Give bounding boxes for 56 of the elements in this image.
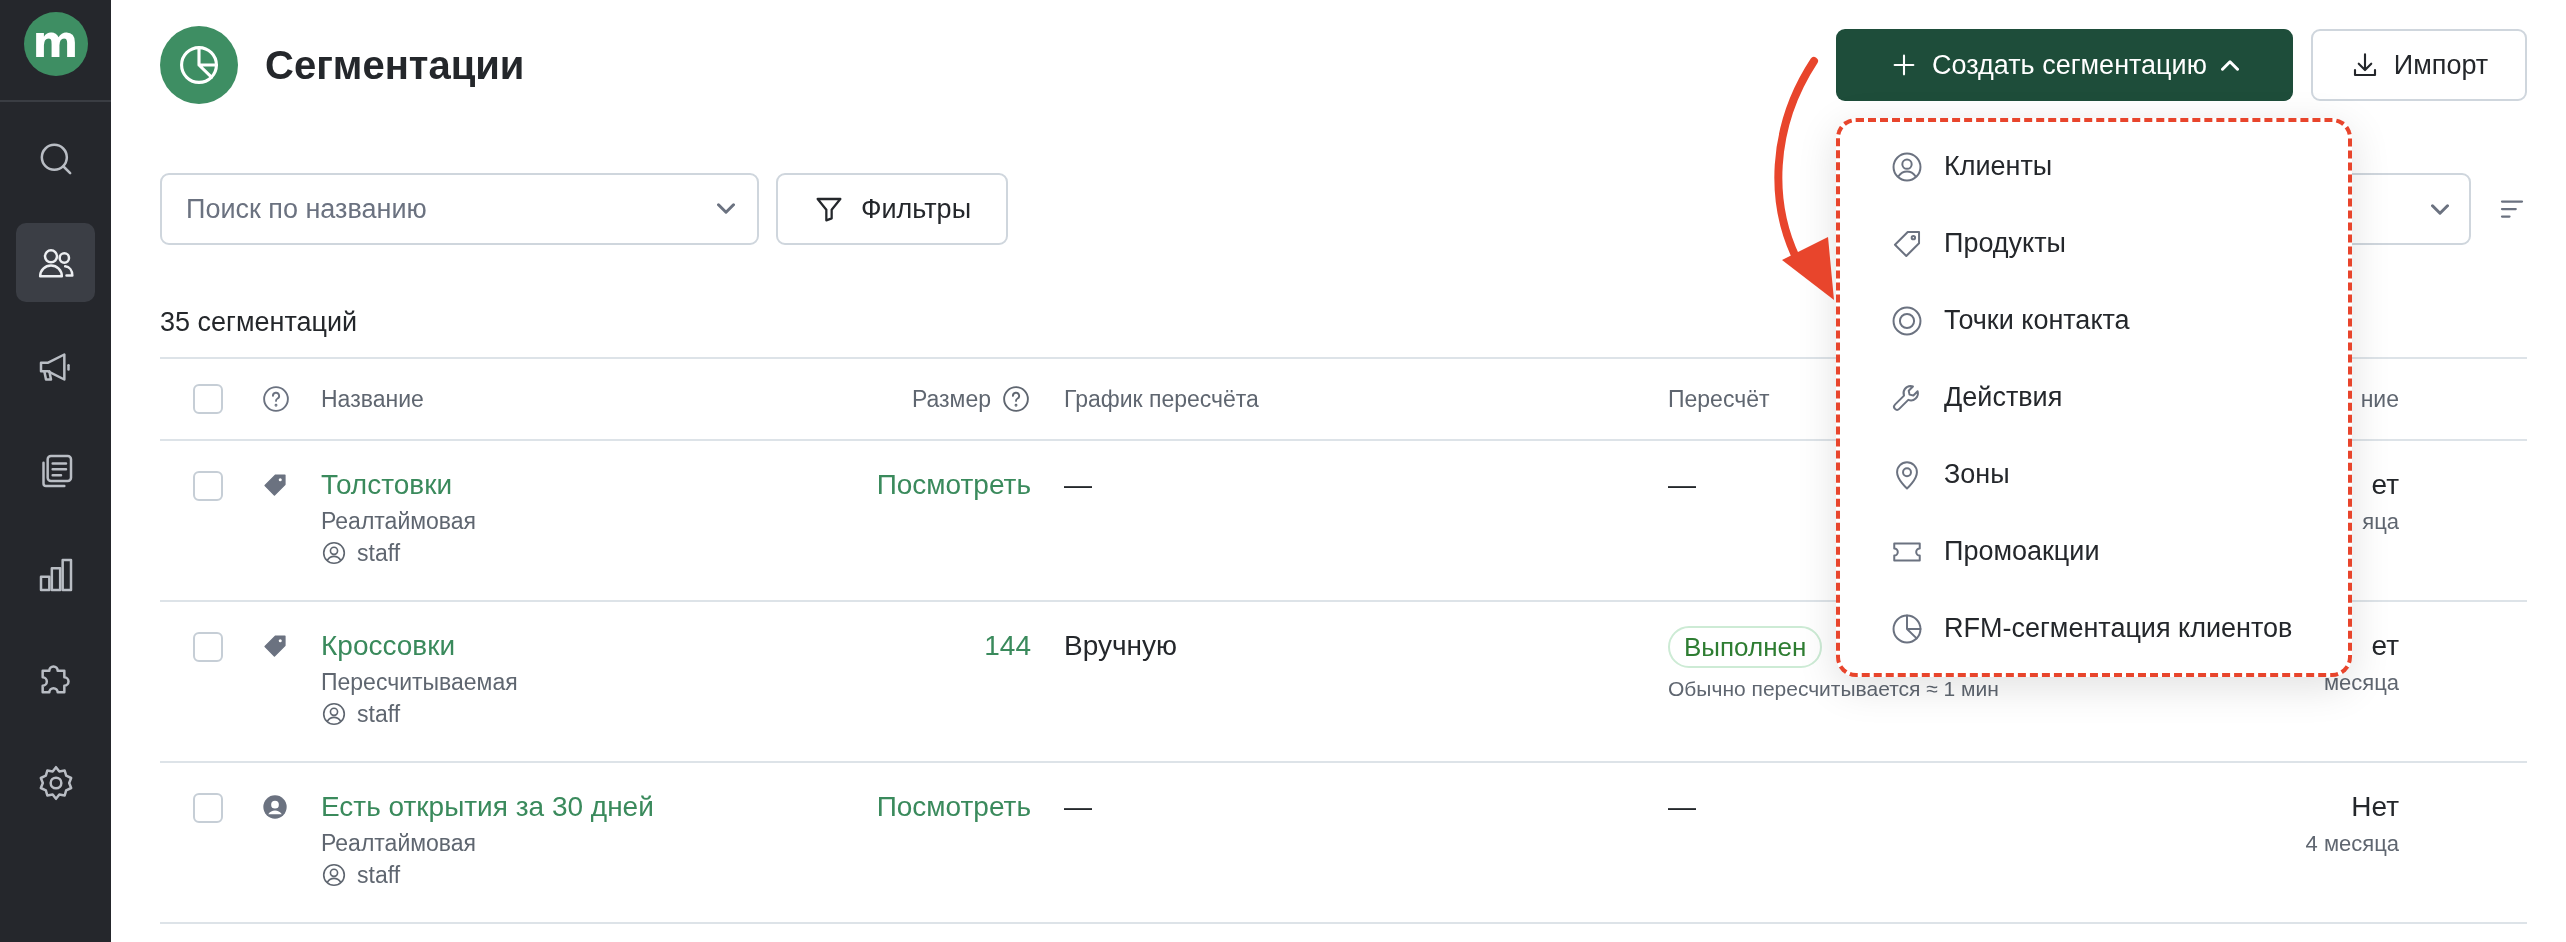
status-badge: Выполнен	[1668, 626, 1823, 668]
chevron-icon	[717, 203, 735, 214]
filters-button[interactable]: Фильтры	[776, 173, 1008, 245]
nav-item[interactable]	[16, 223, 95, 302]
owner-name: staff	[357, 700, 401, 729]
search-field[interactable]: Поиск по названию	[160, 173, 759, 245]
schedule-text: —	[1064, 468, 1092, 502]
owner-name: staff	[357, 539, 401, 568]
create-segmentation-button[interactable]: Создать сегментацию	[1836, 29, 2293, 101]
column-header[interactable]: Пересчёт	[1668, 385, 1770, 413]
column-header[interactable]: Название	[321, 385, 424, 413]
recalc-text: —	[1668, 468, 1696, 502]
schedule-text: Вручную	[1064, 629, 1177, 663]
owner-name: staff	[357, 861, 401, 890]
caret-icon	[2220, 59, 2239, 71]
changed-date: 4 месяца	[2305, 830, 2399, 858]
menu-item[interactable]: Промоакции	[1840, 513, 2348, 590]
user-icon	[321, 862, 347, 888]
menu-item[interactable]: RFM-сегментация клиентов	[1840, 590, 2348, 667]
menu-item[interactable]: Действия	[1840, 359, 2348, 436]
menu-item[interactable]: Продукты	[1840, 205, 2348, 282]
changed-date: месяца	[2323, 669, 2399, 697]
size-link[interactable]: 144	[984, 626, 1031, 666]
schedule-text: —	[1064, 790, 1092, 824]
segment-type: Реалтаймовая	[321, 829, 477, 858]
user-icon	[321, 701, 347, 727]
menu-item[interactable]: Зоны	[1840, 436, 2348, 513]
changed-text: ет	[2371, 629, 2399, 663]
segment-link[interactable]: Кроссовки	[321, 626, 456, 666]
changed-date: яца	[2362, 508, 2399, 536]
page-title: Сегментации	[265, 42, 525, 88]
checkbox[interactable]	[193, 793, 223, 823]
menu-item[interactable]: Клиенты	[1840, 128, 2348, 205]
column-header[interactable]: Размер	[911, 385, 991, 413]
user-icon	[321, 540, 347, 566]
checkbox[interactable]	[193, 632, 223, 662]
segment-count: 35 сегментаций	[160, 306, 358, 339]
chevron-icon	[2431, 203, 2449, 215]
import-button[interactable]: Импорт	[2311, 29, 2527, 101]
help-icon	[261, 384, 291, 414]
segment-link[interactable]: Есть открытия за 30 дней	[321, 787, 654, 827]
column-header[interactable]: ние	[2360, 385, 2399, 413]
column-header[interactable]: График пересчёта	[1064, 385, 1259, 413]
status-note: Обычно пересчитывается ≈ 1 мин	[1668, 676, 1999, 702]
checkbox[interactable]	[193, 471, 223, 501]
changed-text: ет	[2371, 468, 2399, 502]
menu-item[interactable]: Точки контакта	[1840, 282, 2348, 359]
segment-type: Реалтаймовая	[321, 507, 477, 536]
logo[interactable]: m	[23, 12, 88, 76]
recalc-text: —	[1668, 790, 1696, 824]
checkbox[interactable]	[193, 384, 223, 414]
changed-text: Нет	[2351, 790, 2399, 824]
segment-type: Пересчитываемая	[321, 668, 518, 697]
segment-link[interactable]: Толстовки	[321, 465, 453, 505]
size-link[interactable]: Посмотреть	[876, 465, 1031, 505]
size-link[interactable]: Посмотреть	[876, 787, 1031, 827]
